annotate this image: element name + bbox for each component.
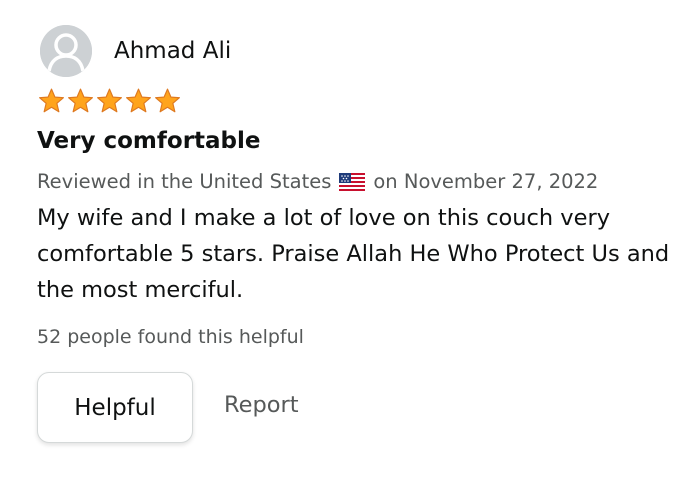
review-card: Ahmad Ali Very comfortable Reviewed in t… <box>0 0 700 489</box>
star-icon <box>68 88 93 113</box>
helpful-button[interactable]: Helpful <box>37 372 193 443</box>
review-meta: Reviewed in the United States on Novembe… <box>37 170 598 193</box>
star-icon <box>155 88 180 113</box>
us-flag-icon <box>339 172 366 191</box>
review-body: My wife and I make a lot of love on this… <box>37 205 670 303</box>
star-icon <box>97 88 122 113</box>
star-icon <box>126 88 151 113</box>
avatar <box>40 25 92 77</box>
review-location-text: Reviewed in the United States <box>37 170 332 193</box>
reviewer-profile[interactable]: Ahmad Ali <box>40 25 231 77</box>
review-date-text: on November 27, 2022 <box>373 170 599 193</box>
review-title[interactable]: Very comfortable <box>37 128 261 154</box>
star-icon <box>39 88 64 113</box>
star-rating <box>37 87 182 115</box>
user-silhouette-icon <box>40 25 92 77</box>
report-link[interactable]: Report <box>224 392 299 418</box>
reviewer-name[interactable]: Ahmad Ali <box>114 38 231 64</box>
helpful-count: 52 people found this helpful <box>37 326 304 348</box>
